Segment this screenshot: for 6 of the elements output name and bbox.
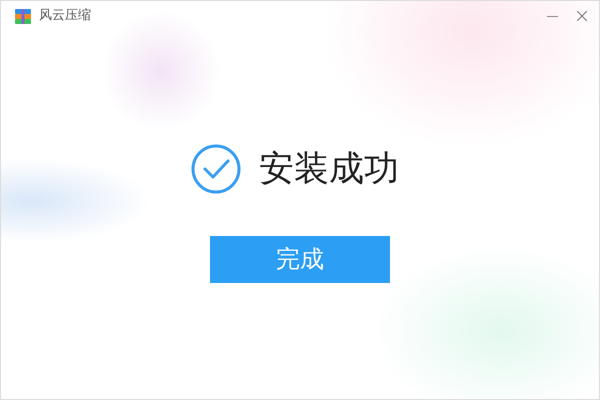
close-icon <box>577 11 587 21</box>
check-circle-icon <box>191 144 241 194</box>
finish-button[interactable]: 完成 <box>210 236 390 282</box>
window-title: 风云压缩 <box>39 7 91 26</box>
archive-icon <box>15 8 31 24</box>
success-message: 安装成功 <box>259 148 399 191</box>
